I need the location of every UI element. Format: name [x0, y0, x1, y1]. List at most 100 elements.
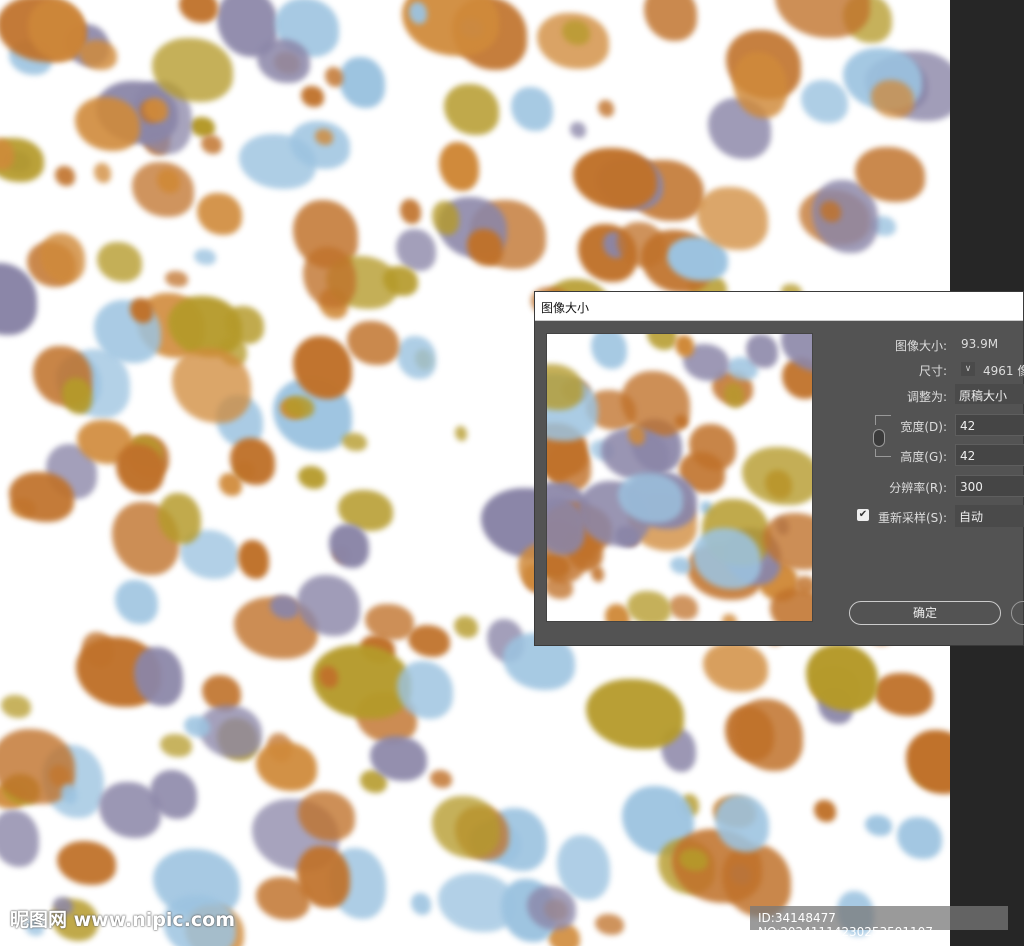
- flower-pattern-shape: [60, 783, 78, 805]
- flower-pattern-shape: [339, 56, 385, 109]
- flower-pattern-shape: [734, 699, 803, 771]
- image-id-label: ID:34148477 NO:20241114230253591107: [750, 906, 1008, 939]
- image-preview[interactable]: [546, 333, 813, 622]
- dimensions-row: 尺寸: ∨ 4961 像: [825, 358, 1024, 380]
- flower-pattern-shape: [547, 363, 583, 410]
- flower-pattern-shape: [61, 377, 92, 415]
- flower-pattern-shape: [746, 334, 778, 369]
- flower-pattern-shape: [0, 694, 31, 718]
- width-row: 宽度(D): 42: [825, 414, 1024, 436]
- flower-pattern-shape: [256, 38, 310, 84]
- flower-pattern-shape: [165, 270, 188, 287]
- flower-pattern-shape: [397, 336, 436, 380]
- flower-pattern-shape: [806, 644, 879, 712]
- resample-row: 重新采样(S): 自动: [825, 505, 1024, 527]
- flower-pattern-shape: [594, 913, 624, 935]
- flower-pattern-shape: [256, 741, 318, 791]
- flower-pattern-shape: [300, 85, 324, 108]
- flower-pattern-shape: [115, 579, 159, 625]
- height-label: 高度(G):: [900, 450, 947, 464]
- flower-pattern-shape: [409, 2, 428, 25]
- flower-pattern-shape: [189, 116, 215, 137]
- flower-pattern-shape: [570, 121, 587, 139]
- flower-pattern-shape: [160, 734, 192, 757]
- flower-pattern-shape: [94, 163, 111, 183]
- flower-pattern-shape: [628, 424, 645, 446]
- flower-pattern-shape: [871, 79, 914, 118]
- chevron-down-icon[interactable]: ∨: [961, 362, 975, 376]
- flower-pattern-shape: [814, 799, 836, 822]
- flower-pattern-shape: [905, 729, 950, 795]
- flower-pattern-shape: [0, 809, 39, 867]
- resolution-row: 分辨率(R): 300: [825, 475, 1024, 497]
- flower-pattern-shape: [585, 678, 684, 750]
- flower-pattern-shape: [115, 444, 164, 495]
- flower-pattern-shape: [297, 466, 327, 490]
- height-row: 高度(G): 42: [825, 444, 1024, 466]
- width-input[interactable]: 42: [955, 414, 1024, 436]
- flower-pattern-shape: [675, 334, 694, 358]
- flower-pattern-shape: [455, 426, 468, 442]
- flower-pattern-shape: [864, 814, 892, 836]
- flower-pattern-shape: [201, 135, 223, 155]
- flower-pattern-shape: [668, 594, 698, 620]
- flower-pattern-shape: [454, 616, 479, 639]
- flower-pattern-shape: [75, 97, 141, 151]
- cancel-button[interactable]: [1011, 601, 1024, 625]
- flower-pattern-shape: [819, 200, 841, 222]
- flower-pattern-shape: [184, 715, 211, 738]
- width-label: 宽度(D):: [900, 420, 947, 434]
- flower-pattern-shape: [670, 557, 691, 574]
- flower-pattern-shape: [193, 248, 217, 266]
- flower-pattern-shape: [197, 192, 243, 236]
- flower-pattern-shape: [510, 87, 553, 132]
- flower-pattern-shape: [270, 595, 300, 619]
- flower-pattern-shape: [721, 613, 738, 621]
- flower-pattern-shape: [97, 242, 143, 283]
- flower-pattern-shape: [302, 246, 357, 308]
- flower-pattern-shape: [54, 166, 75, 187]
- flower-pattern-shape: [346, 320, 399, 366]
- flower-pattern-shape: [801, 80, 848, 123]
- flower-pattern-shape: [646, 334, 678, 350]
- flower-pattern-shape: [341, 432, 367, 451]
- flower-pattern-shape: [178, 0, 219, 24]
- flower-pattern-shape: [874, 672, 933, 716]
- fit-to-row: 调整为: 原稿大小: [825, 384, 1024, 406]
- resample-select[interactable]: 自动: [955, 505, 1024, 527]
- flower-pattern-shape: [314, 128, 333, 145]
- watermark-logo: 昵图网 www.nipic.com: [10, 909, 236, 931]
- resample-label: 重新采样(S):: [877, 511, 947, 525]
- flower-pattern-shape: [410, 892, 432, 916]
- fit-to-select[interactable]: 原稿大小: [955, 384, 1024, 404]
- resolution-label: 分辨率(R):: [889, 481, 947, 495]
- flower-pattern-shape: [626, 590, 671, 621]
- dialog-title: 图像大小: [535, 292, 1023, 321]
- flower-pattern-shape: [399, 198, 421, 224]
- flower-pattern-shape: [572, 147, 658, 209]
- height-input[interactable]: 42: [955, 444, 1024, 466]
- flower-pattern-shape: [438, 142, 479, 191]
- flower-pattern-shape: [897, 816, 943, 860]
- flower-pattern-shape: [590, 334, 627, 369]
- dimensions-label: 尺寸:: [918, 364, 947, 378]
- resolution-input[interactable]: 300: [955, 475, 1024, 497]
- flower-pattern-shape: [723, 383, 745, 409]
- flower-pattern-shape: [329, 523, 370, 568]
- flower-pattern-shape: [432, 796, 501, 859]
- flower-pattern-shape: [429, 770, 453, 789]
- flower-pattern-shape: [284, 395, 314, 418]
- flower-pattern-shape: [407, 625, 451, 657]
- flower-pattern-shape: [130, 297, 154, 323]
- flower-pattern-shape: [324, 67, 343, 88]
- fit-to-label: 调整为:: [906, 390, 947, 404]
- image-size-row: 图像大小: 93.9M: [825, 333, 1024, 355]
- flower-pattern-shape: [702, 642, 769, 693]
- ok-button[interactable]: 确定: [849, 601, 1001, 625]
- flower-pattern-shape: [431, 201, 459, 235]
- flower-pattern-shape: [741, 446, 812, 506]
- image-size-dialog: 图像大小 图像大小: 93.9M 尺寸: ∨ 4961 像 调整为: 原稿大小 …: [534, 291, 1024, 646]
- dimensions-value: 4961 像: [983, 364, 1024, 378]
- flower-pattern-shape: [396, 228, 436, 271]
- flower-pattern-shape: [56, 841, 117, 885]
